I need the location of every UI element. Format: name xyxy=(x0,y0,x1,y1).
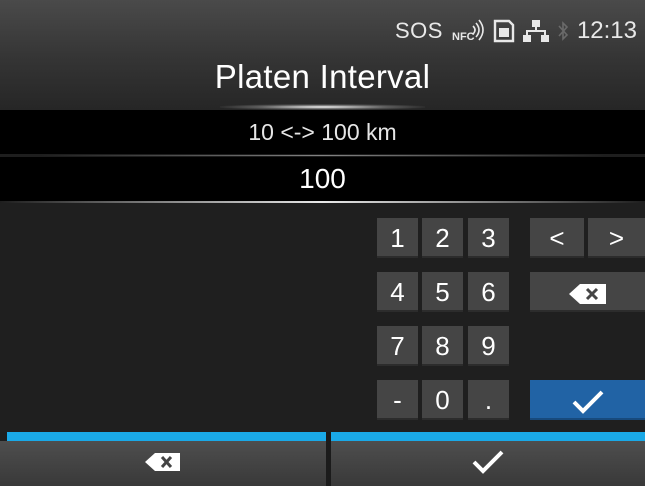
cancel-accent-bar xyxy=(7,432,326,441)
key-4[interactable]: 4 xyxy=(377,272,418,312)
value-input[interactable]: 100 xyxy=(0,157,645,201)
check-icon xyxy=(571,385,605,415)
check-icon xyxy=(472,450,504,477)
enter-key[interactable] xyxy=(530,380,645,420)
printer-settings-screen: SOS NFC 12:13 Platen Interval 10 <-> 100… xyxy=(0,0,645,486)
confirm-button[interactable] xyxy=(331,441,645,486)
backspace-key[interactable] xyxy=(530,272,645,312)
page-title: Platen Interval xyxy=(214,58,431,95)
nfc-icon: NFC xyxy=(451,18,485,44)
cursor-right-button[interactable]: > xyxy=(588,218,645,258)
key-decimal[interactable]: . xyxy=(468,380,509,420)
nfc-icon-label: NFC xyxy=(452,31,475,43)
key-7[interactable]: 7 xyxy=(377,326,418,366)
status-bar: SOS NFC 12:13 xyxy=(395,14,637,48)
key-1[interactable]: 1 xyxy=(377,218,418,258)
cursor-left-button[interactable]: < xyxy=(530,218,584,258)
key-minus[interactable]: - xyxy=(377,380,418,420)
key-3[interactable]: 3 xyxy=(468,218,509,258)
key-8[interactable]: 8 xyxy=(422,326,463,366)
backspace-icon xyxy=(144,452,182,475)
cancel-button[interactable] xyxy=(0,441,326,486)
header: SOS NFC 12:13 Platen Interval xyxy=(0,0,645,110)
key-0[interactable]: 0 xyxy=(422,380,463,420)
sos-indicator: SOS xyxy=(394,18,443,43)
divider xyxy=(40,155,605,156)
bluetooth-icon xyxy=(557,19,569,43)
backspace-icon xyxy=(568,277,608,307)
key-2[interactable]: 2 xyxy=(422,218,463,258)
confirm-accent-bar xyxy=(331,432,645,441)
key-5[interactable]: 5 xyxy=(422,272,463,312)
network-icon xyxy=(522,19,549,43)
key-6[interactable]: 6 xyxy=(468,272,509,312)
sd-card-icon xyxy=(493,19,515,43)
range-label: 10 <-> 100 km xyxy=(0,110,645,154)
clock: 12:13 xyxy=(576,17,637,44)
key-9[interactable]: 9 xyxy=(468,326,509,366)
